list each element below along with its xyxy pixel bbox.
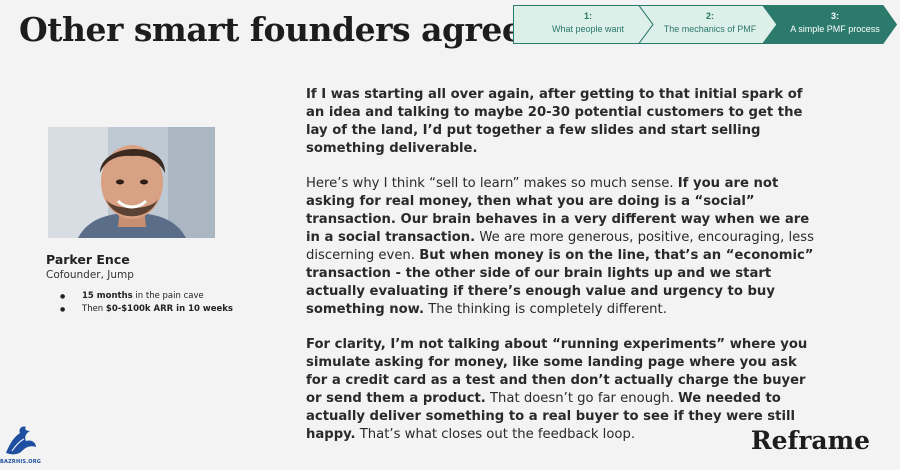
- quote-paragraph-3: For clarity, I’m not talking about “runn…: [306, 336, 821, 444]
- brand-wordmark: Reframe: [750, 426, 870, 455]
- quote-body: If I was starting all over again, after …: [306, 86, 821, 461]
- stat-bold: 15 months: [82, 291, 133, 301]
- eagle-icon: [6, 426, 36, 455]
- slide-title: Other smart founders agree: [19, 10, 523, 49]
- step-2[interactable]: 2: The mechanics of PMF: [647, 10, 773, 36]
- quote-text: That doesn’t go far enough.: [485, 391, 679, 406]
- progress-stepper: 1: What people want 2: The mechanics of …: [513, 5, 897, 44]
- quote-text: Here’s why I think “sell to learn” makes…: [306, 176, 678, 191]
- quote-bold: If I was starting all over again, after …: [306, 87, 803, 156]
- list-item: Then $0-$100k ARR in 10 weeks: [60, 303, 233, 316]
- profile-role: Cofounder, Jump: [46, 269, 134, 281]
- step-1-label: What people want: [551, 24, 625, 34]
- stat-bold: $0-$100k ARR in 10 weeks: [105, 304, 233, 314]
- list-item: 15 months in the pain cave: [60, 290, 233, 303]
- step-1[interactable]: 1: What people want: [521, 10, 655, 36]
- quote-text: That’s what closes out the feedback loop…: [355, 427, 636, 442]
- stat-text: in the pain cave: [132, 291, 204, 301]
- quote-paragraph-2: Here’s why I think “sell to learn” makes…: [306, 175, 821, 319]
- step-3[interactable]: 3: A simple PMF process: [773, 10, 897, 36]
- step-3-number: 3:: [830, 11, 839, 21]
- watermark-text: BAZRHIS.ORG: [0, 459, 42, 465]
- step-2-label: The mechanics of PMF: [663, 24, 757, 34]
- quote-text: The thinking is completely different.: [424, 302, 667, 317]
- profile-stats-list: 15 months in the pain cave Then $0-$100k…: [60, 290, 233, 316]
- step-1-number: 1:: [583, 11, 592, 21]
- profile-name: Parker Ence: [46, 252, 130, 267]
- step-3-label: A simple PMF process: [790, 24, 880, 34]
- quote-paragraph-1: If I was starting all over again, after …: [306, 86, 821, 158]
- stat-prefix: Then: [82, 304, 106, 314]
- step-2-number: 2:: [705, 11, 714, 21]
- person-photo-icon: [48, 127, 215, 238]
- profile-photo: [48, 127, 215, 238]
